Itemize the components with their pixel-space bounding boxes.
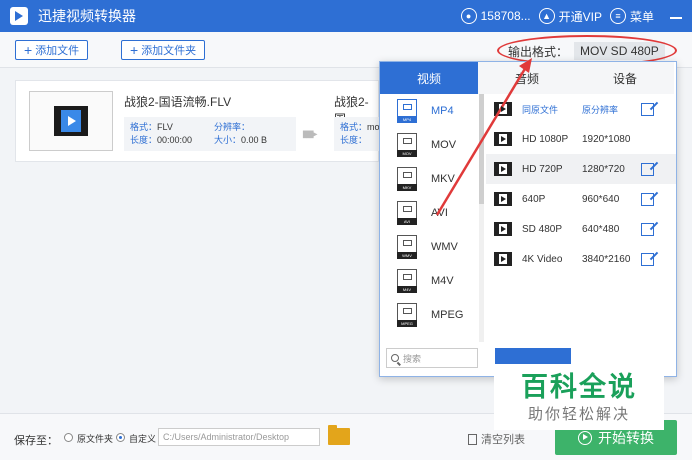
source-folder-label: 原文件夹 — [77, 434, 114, 444]
clear-list-label: 清空列表 — [481, 434, 525, 446]
save-path-input[interactable]: C:/Users/Administrator/Desktop — [158, 428, 320, 446]
watermark-subtitle: 助你轻松解决 — [527, 405, 630, 423]
watermark: 百科全说 助你轻松解决 — [494, 364, 664, 430]
radio-source-folder[interactable] — [64, 433, 73, 442]
custom-label: 自定义 — [129, 434, 157, 444]
clear-list-button[interactable]: 清空列表 — [468, 431, 525, 447]
save-to-label: 保存至： — [14, 435, 58, 447]
play-circle-icon — [578, 430, 592, 445]
start-label: 开始转换 — [598, 429, 654, 446]
watermark-title: 百科全说 — [521, 371, 637, 402]
folder-icon[interactable] — [328, 425, 350, 445]
radio-custom[interactable] — [116, 433, 125, 442]
trash-icon — [468, 433, 477, 445]
